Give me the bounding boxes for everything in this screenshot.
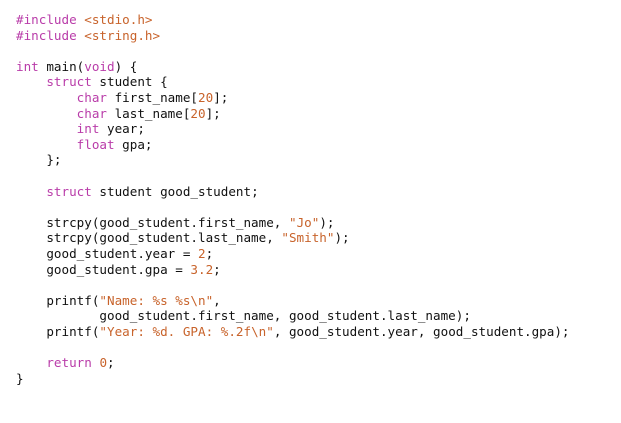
code-token: 3.2 xyxy=(190,261,214,277)
code-token: "Jo" xyxy=(288,214,320,230)
code-token: <stdio.h> xyxy=(84,12,153,27)
code-line: good_student.gpa = 3.2; xyxy=(16,262,570,278)
code-token: }; xyxy=(46,152,62,168)
code-text[interactable]: #include <stdio.h> #include <string.h> int… xyxy=(16,12,570,386)
code-token: "Name: %s %s\n" xyxy=(99,292,214,308)
code-token: <string.h> xyxy=(84,27,161,43)
code-token: struct xyxy=(46,183,92,199)
code-token: last_name[ xyxy=(107,105,191,121)
code-token: main( xyxy=(38,58,85,74)
code-line: #include <string.h> xyxy=(16,28,570,44)
code-token: int xyxy=(76,121,100,137)
code-token: ) { xyxy=(114,58,138,74)
code-line: int year; xyxy=(16,121,570,137)
code-line: printf("Name: %s %s\n", xyxy=(16,293,570,309)
code-line: strcpy(good_student.last_name, "Smith"); xyxy=(16,230,570,246)
code-token: student good_student; xyxy=(91,183,259,199)
code-token: char xyxy=(76,89,108,105)
code-token: first_name[ xyxy=(107,89,199,105)
code-token: float xyxy=(76,136,115,152)
code-token: strcpy(good_student.first_name, xyxy=(46,214,289,230)
code-token: int xyxy=(16,58,39,74)
code-token: "Year: %d. GPA: %.2f\n" xyxy=(99,323,274,339)
code-line: #include <stdio.h> xyxy=(16,12,570,28)
code-token: struct xyxy=(46,74,92,90)
code-token: gpa; xyxy=(114,136,153,152)
code-token: void xyxy=(84,58,115,74)
code-token: ; xyxy=(213,261,221,277)
code-token: 0 xyxy=(99,355,108,371)
code-token: , good_student.year, good_student.gpa); xyxy=(273,323,570,339)
code-line: strcpy(good_student.first_name, "Jo"); xyxy=(16,215,570,231)
code-token: 20 xyxy=(198,89,214,105)
code-line: struct student good_student; xyxy=(16,184,570,200)
code-token: #include xyxy=(16,12,77,27)
code-editor[interactable]: #include <stdio.h> #include <string.h> int… xyxy=(0,0,621,423)
code-line: char last_name[20]; xyxy=(16,106,570,122)
code-line: good_student.year = 2; xyxy=(16,246,570,262)
code-token: char xyxy=(76,105,108,121)
code-token: good_student.year = xyxy=(46,245,198,261)
code-token: printf( xyxy=(46,323,100,339)
code-token: printf( xyxy=(46,292,100,308)
code-line: struct student { xyxy=(16,74,570,90)
code-token: #include xyxy=(16,27,77,43)
code-token: ); xyxy=(319,214,335,230)
code-token: ]; xyxy=(205,105,221,121)
code-token: strcpy(good_student.last_name, xyxy=(46,230,282,246)
code-line: char first_name[20]; xyxy=(16,90,570,106)
code-line: }; xyxy=(16,152,570,168)
code-token: , xyxy=(213,292,221,308)
code-token: student { xyxy=(91,74,168,90)
code-line: printf("Year: %d. GPA: %.2f\n", good_stu… xyxy=(16,323,570,340)
code-token: good_student.first_name, good_student.la… xyxy=(99,308,471,324)
code-line: } xyxy=(16,371,570,387)
code-token: "Smith" xyxy=(281,230,335,246)
code-token: } xyxy=(16,370,24,386)
code-token: ]; xyxy=(213,89,229,105)
code-line: return 0; xyxy=(16,355,570,371)
code-token: ); xyxy=(334,230,350,246)
code-token: 2 xyxy=(198,245,206,261)
code-token: return xyxy=(46,355,92,371)
code-token: ; xyxy=(205,245,214,261)
code-line: float gpa; xyxy=(16,137,570,153)
code-line: int main(void) { xyxy=(16,59,570,75)
code-token: 20 xyxy=(190,105,206,121)
code-token: ; xyxy=(107,355,115,371)
code-token: good_student.gpa = xyxy=(46,261,191,277)
code-line: good_student.first_name, good_student.la… xyxy=(16,308,570,324)
code-token: year; xyxy=(99,121,145,137)
